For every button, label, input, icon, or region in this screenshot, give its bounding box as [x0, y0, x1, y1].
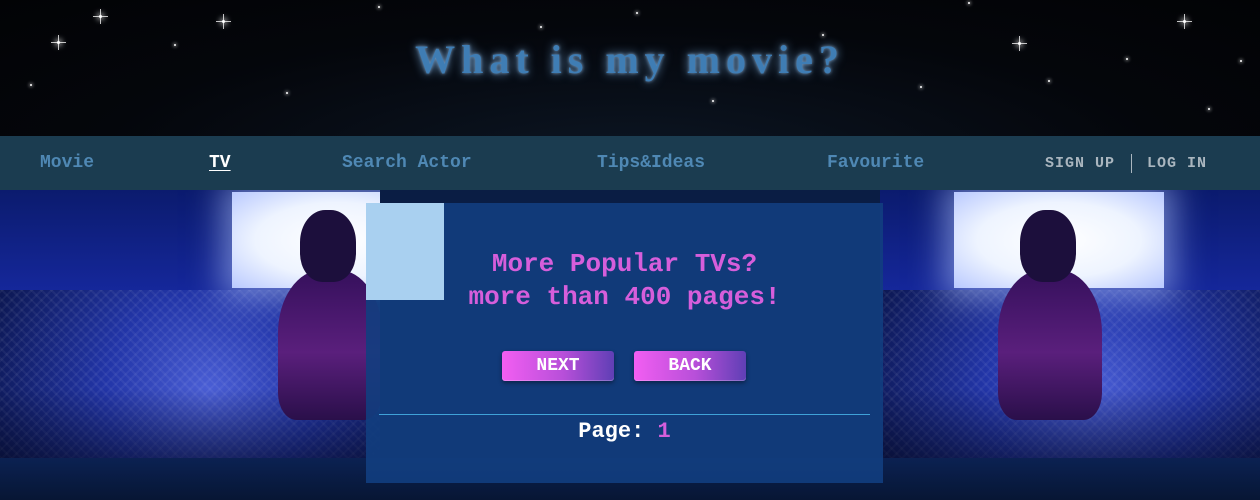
- signup-link[interactable]: SIGN UP: [1045, 155, 1115, 172]
- star-icon: [1177, 14, 1192, 29]
- star-icon: [968, 2, 970, 4]
- panel-heading: More Popular TVs? more than 400 pages!: [366, 248, 883, 314]
- panel-heading-line2: more than 400 pages!: [468, 282, 781, 312]
- star-icon: [1208, 108, 1210, 110]
- main-nav: Movie TV Search Actor Tips&Ideas Favouri…: [0, 136, 1260, 190]
- star-icon: [378, 6, 380, 8]
- star-icon: [540, 26, 542, 28]
- site-title: What is my movie?: [415, 37, 845, 82]
- hero-photo-left: [0, 190, 380, 458]
- star-icon: [636, 12, 638, 14]
- star-icon: [712, 100, 714, 102]
- person-silhouette-head: [1020, 210, 1076, 282]
- star-icon: [93, 9, 108, 24]
- page-indicator: Page: 1: [366, 418, 883, 446]
- nav-item-search-actor[interactable]: Search Actor: [342, 153, 472, 173]
- person-silhouette: [278, 270, 380, 420]
- nav-item-tv[interactable]: TV: [209, 153, 231, 173]
- person-silhouette-head: [300, 210, 356, 282]
- nav-item-tips-ideas[interactable]: Tips&Ideas: [597, 153, 705, 173]
- panel-divider: [379, 414, 870, 415]
- page-number: 1: [657, 419, 671, 444]
- person-silhouette: [998, 270, 1102, 420]
- hero-photo-right: [880, 190, 1260, 458]
- panel-heading-line1: More Popular TVs?: [491, 249, 758, 279]
- next-button[interactable]: NEXT: [502, 351, 614, 381]
- nav-item-movie[interactable]: Movie: [40, 153, 94, 173]
- star-icon: [216, 14, 231, 29]
- star-icon: [30, 84, 32, 86]
- star-icon: [920, 86, 922, 88]
- page-label: Page:: [578, 419, 645, 444]
- star-icon: [286, 92, 288, 94]
- login-link[interactable]: LOG IN: [1147, 155, 1207, 172]
- nav-item-favourite[interactable]: Favourite: [827, 153, 924, 173]
- page-root: What is my movie? Movie TV Search Actor …: [0, 0, 1260, 500]
- auth-divider: [1131, 154, 1132, 173]
- back-button[interactable]: BACK: [634, 351, 746, 381]
- site-header: What is my movie?: [0, 0, 1260, 136]
